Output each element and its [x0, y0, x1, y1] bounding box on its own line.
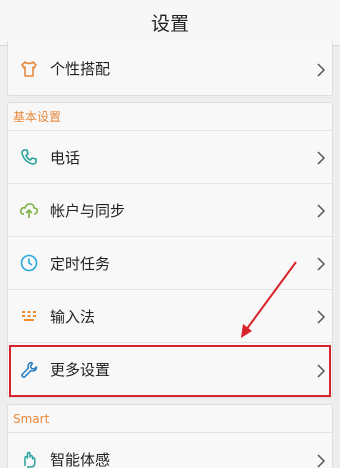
- settings-row-label: 定时任务: [50, 254, 111, 273]
- chevron-right-icon: [316, 453, 326, 468]
- chevron-right-icon: [316, 309, 326, 324]
- section-header-basic: 基本设置: [8, 103, 332, 131]
- cloud-sync-icon: [19, 200, 39, 220]
- shirt-icon: [19, 59, 39, 79]
- gesture-icon: [19, 450, 39, 468]
- title-bar: 设置: [0, 0, 340, 46]
- settings-row-label: 智能体感: [50, 451, 111, 468]
- settings-row-phone[interactable]: 电话: [8, 131, 332, 184]
- settings-row-smart-gesture[interactable]: 智能体感: [8, 433, 332, 468]
- smart-card: Smart 智能体感: [7, 404, 333, 468]
- phone-icon: [19, 147, 39, 167]
- settings-row-label: 输入法: [50, 307, 96, 326]
- chevron-right-icon: [316, 203, 326, 218]
- page-title: 设置: [150, 13, 189, 35]
- chevron-right-icon: [316, 62, 326, 77]
- settings-row-personalize[interactable]: 个性搭配: [8, 42, 332, 95]
- settings-row-input-method[interactable]: 输入法: [8, 290, 332, 343]
- chevron-right-icon: [316, 256, 326, 271]
- keyboard-icon: [19, 306, 39, 326]
- personalize-card: 个性搭配: [7, 42, 333, 96]
- settings-row-label: 电话: [50, 148, 81, 167]
- settings-row-scheduled-tasks[interactable]: 定时任务: [8, 237, 332, 290]
- settings-row-label: 帐户与同步: [50, 201, 126, 220]
- section-header-smart: Smart: [8, 405, 332, 433]
- settings-row-account-sync[interactable]: 帐户与同步: [8, 184, 332, 237]
- highlight-box: [9, 345, 331, 397]
- clock-icon: [19, 253, 39, 273]
- settings-row-label: 个性搭配: [50, 60, 111, 78]
- chevron-right-icon: [316, 150, 326, 165]
